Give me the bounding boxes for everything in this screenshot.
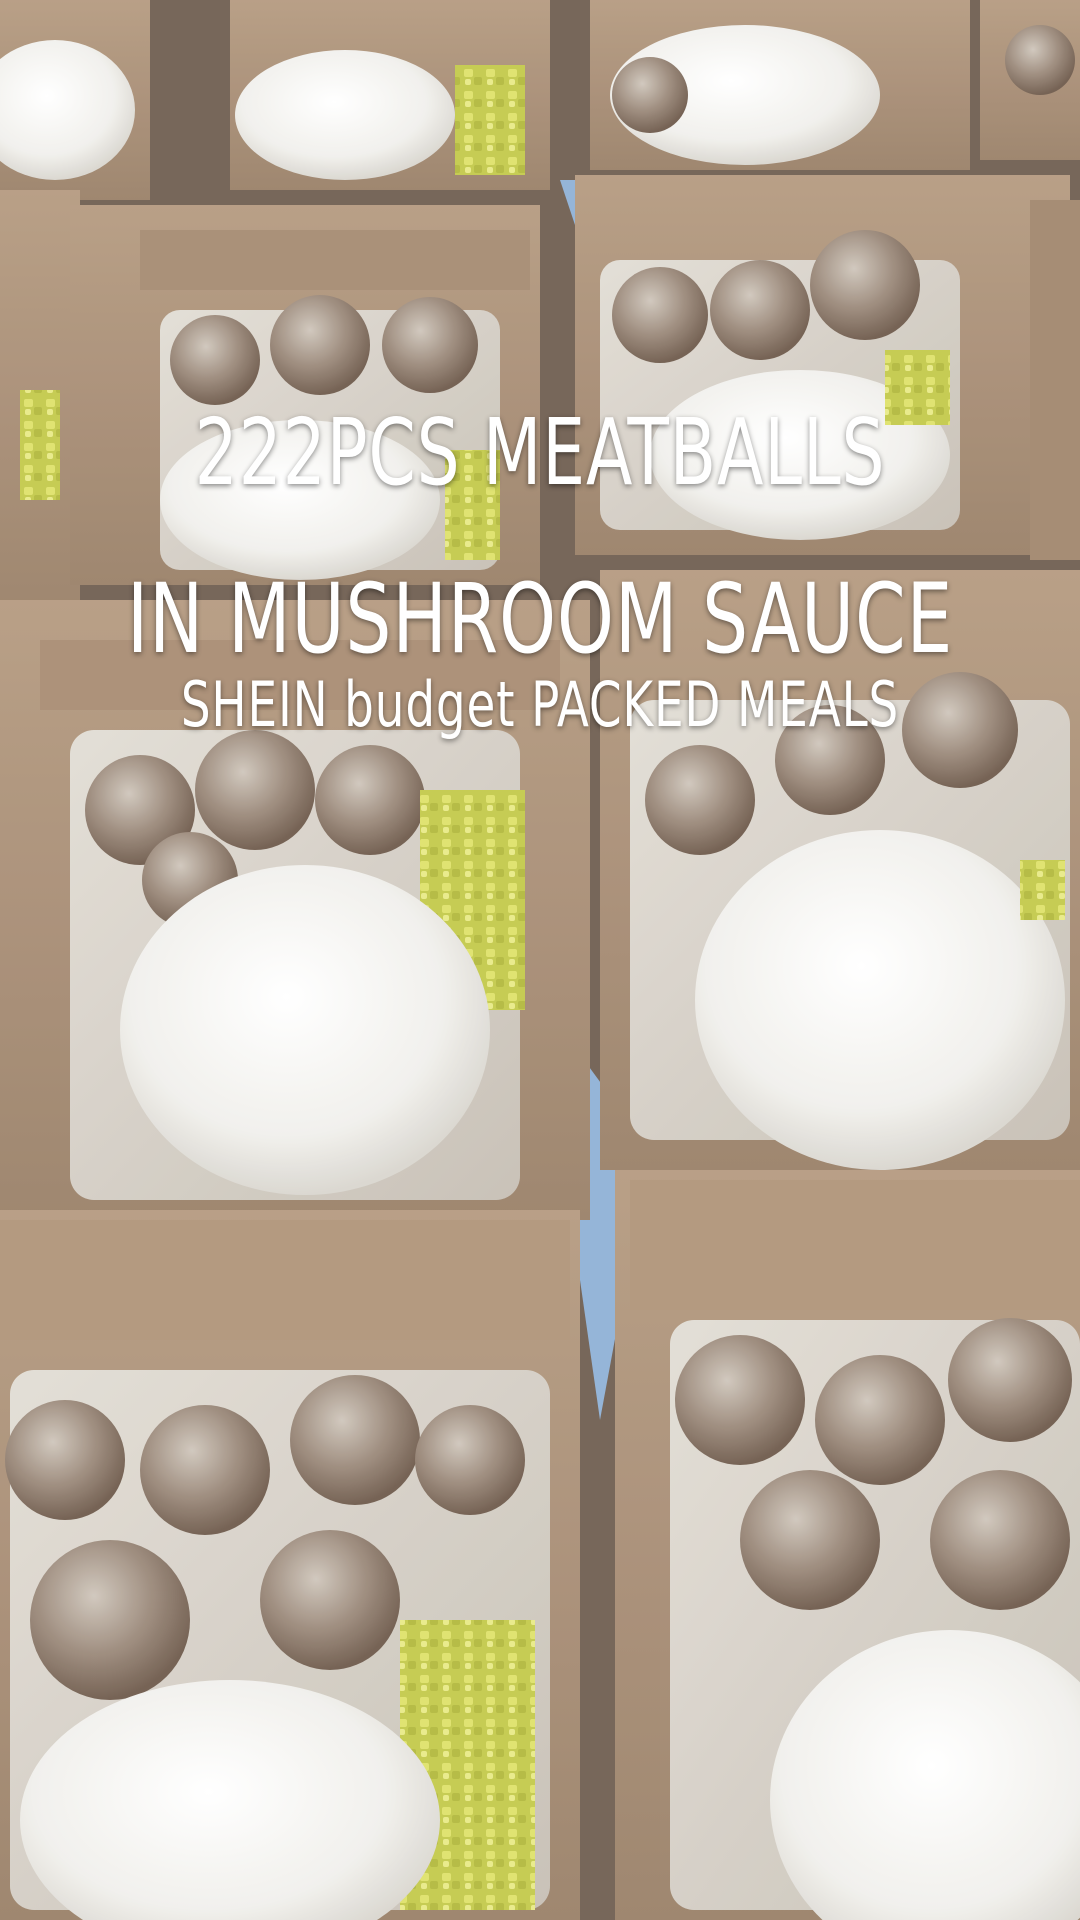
photo-frame: 222PCS MEATBALLS IN MUSHROOM SAUCE SHEIN…: [0, 0, 1080, 1920]
caption-line-1: 222PCS MEATBALLS: [194, 399, 886, 506]
meal-boxes-photo: [0, 0, 1080, 1920]
caption-line-2: IN MUSHROOM SAUCE: [126, 563, 954, 675]
caption-line-3: SHEIN budget PACKED MEALS: [180, 668, 900, 741]
